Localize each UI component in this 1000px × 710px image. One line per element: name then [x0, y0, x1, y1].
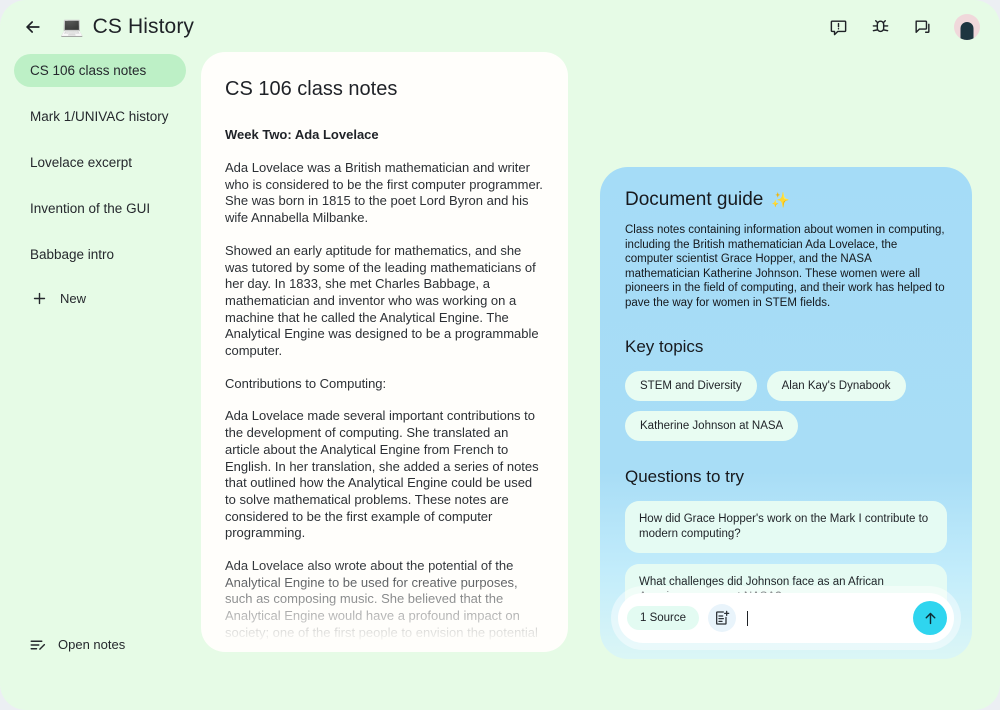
- sidebar-item-cs-106-class-notes[interactable]: CS 106 class notes: [14, 54, 186, 87]
- sidebar-item-lovelace-excerpt[interactable]: Lovelace excerpt: [14, 146, 186, 179]
- document-subhead: Week Two: Ada Lovelace: [225, 127, 379, 142]
- source-count-chip[interactable]: 1 Source: [627, 606, 700, 630]
- questions-to-try-title: Questions to try: [625, 466, 745, 486]
- chat-icon[interactable]: [910, 15, 934, 39]
- plus-icon: [30, 289, 48, 307]
- send-button[interactable]: [913, 601, 947, 635]
- app-header: 💻 CS History: [0, 0, 1000, 54]
- open-notes-label: Open notes: [58, 637, 126, 652]
- key-topics-list: STEM and Diversity Alan Kay's Dynabook K…: [625, 370, 947, 441]
- feedback-icon[interactable]: [826, 15, 850, 39]
- open-notes-button[interactable]: Open notes: [28, 635, 125, 654]
- key-topic-chip[interactable]: Katherine Johnson at NASA: [625, 410, 799, 441]
- prompt-input-bar: 1 Source: [618, 593, 954, 643]
- document-content[interactable]: CS 106 class notes Week Two: Ada Lovelac…: [201, 52, 568, 652]
- sidebar: CS 106 class notes Mark 1/UNIVAC history…: [0, 54, 200, 710]
- laptop-emoji-icon: 💻: [60, 16, 84, 38]
- document-title: CS 106 class notes: [225, 78, 398, 100]
- document-paragraph: Ada Lovelace made several important cont…: [225, 408, 539, 541]
- new-note-button[interactable]: New: [14, 281, 186, 315]
- document-guide-description: Class notes containing information about…: [625, 224, 945, 309]
- question-card[interactable]: How did Grace Hopper's work on the Mark …: [625, 500, 947, 553]
- document-paragraph: Contributions to Computing:: [225, 375, 387, 391]
- document-paragraph: Ada Lovelace also wrote about the potent…: [225, 558, 538, 652]
- avatar-figure: [960, 22, 974, 40]
- key-topic-chip[interactable]: STEM and Diversity: [625, 370, 757, 401]
- document-paragraph: Ada Lovelace was a British mathematician…: [225, 160, 543, 226]
- new-note-label: New: [60, 290, 87, 306]
- key-topic-chip[interactable]: Alan Kay's Dynabook: [766, 370, 906, 401]
- text-caret: [747, 610, 749, 626]
- sidebar-item-mark-1-univac-history[interactable]: Mark 1/UNIVAC history: [14, 100, 186, 133]
- document-guide-title-text: Document guide: [625, 189, 764, 210]
- document-guide-content: Document guide ✨ Class notes containing …: [600, 167, 972, 616]
- prompt-input[interactable]: [736, 593, 913, 643]
- header-actions: [826, 14, 980, 40]
- page-title: CS History: [92, 15, 195, 38]
- document-guide-title: Document guide ✨: [625, 189, 947, 211]
- edit-note-icon: [28, 635, 47, 654]
- document-paragraph: Showed an early aptitude for mathematics…: [225, 242, 539, 359]
- back-arrow-icon[interactable]: [20, 14, 46, 40]
- document-card: CS 106 class notes Week Two: Ada Lovelac…: [201, 52, 568, 652]
- add-note-icon[interactable]: [708, 604, 737, 632]
- key-topics-title: Key topics: [625, 336, 704, 356]
- sidebar-item-invention-of-the-gui[interactable]: Invention of the GUI: [14, 192, 186, 225]
- app-window: 💻 CS History CS 106 class notes Mark 1/U…: [0, 0, 1000, 710]
- bug-report-icon[interactable]: [868, 15, 892, 39]
- sparkles-icon: ✨: [771, 192, 791, 209]
- avatar[interactable]: [954, 14, 980, 40]
- sidebar-item-babbage-intro[interactable]: Babbage intro: [14, 238, 186, 271]
- document-guide-panel: Document guide ✨ Class notes containing …: [600, 167, 972, 659]
